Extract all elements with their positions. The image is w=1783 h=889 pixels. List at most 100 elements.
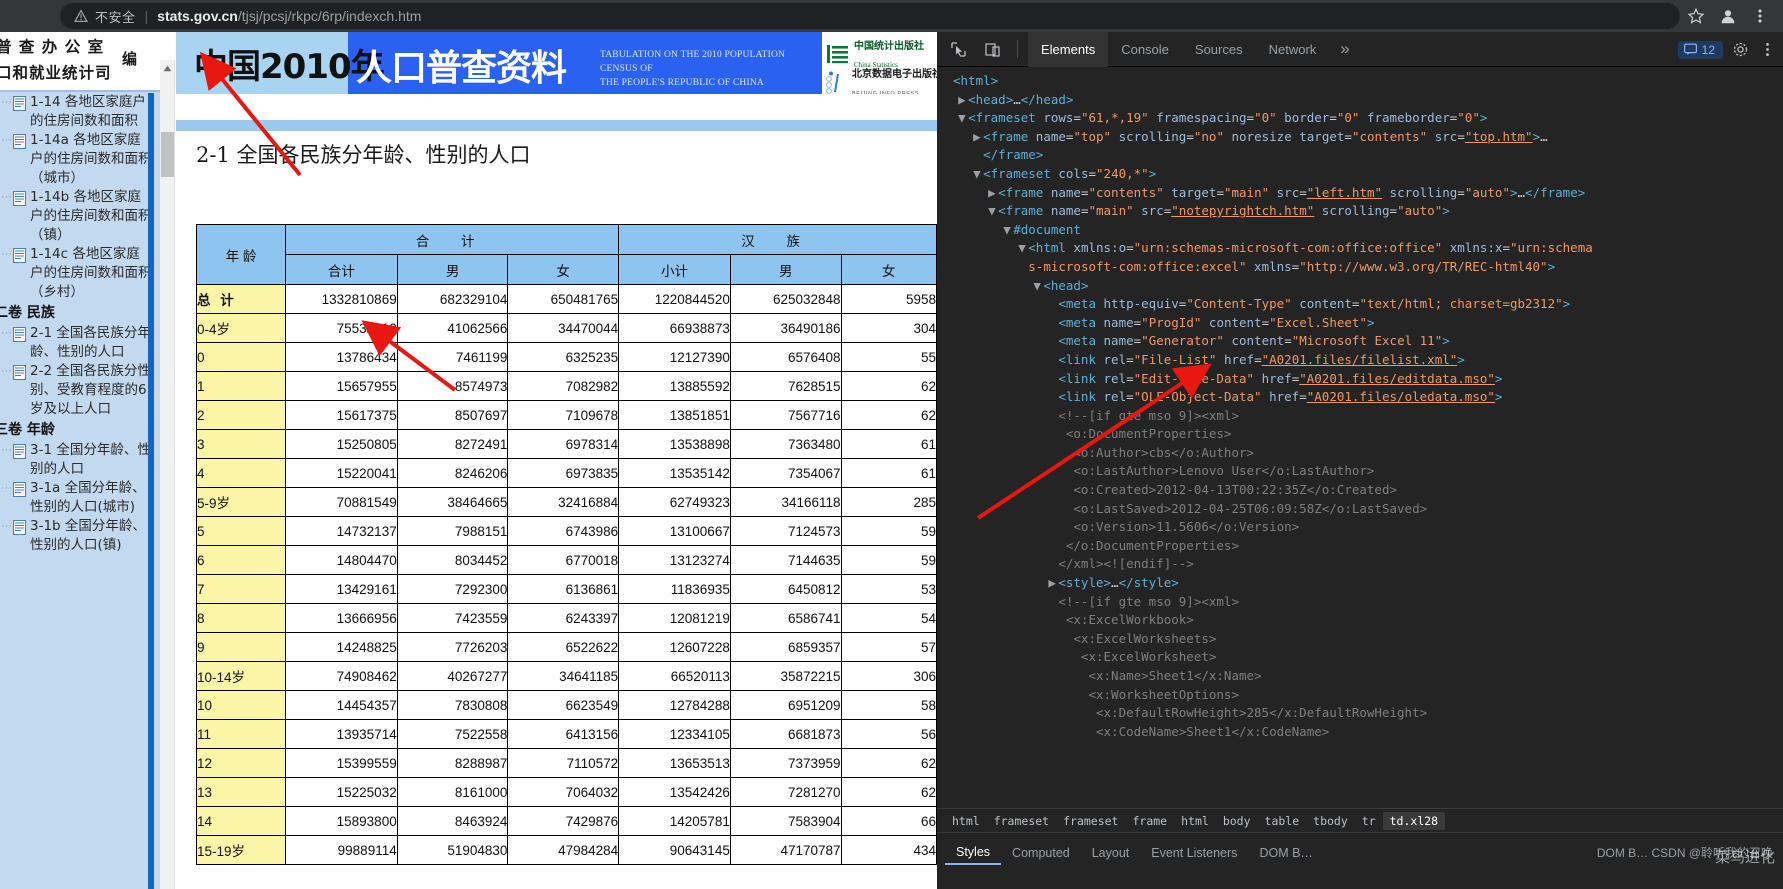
dom-twisty[interactable]: [1048, 388, 1058, 407]
tree-item-9[interactable]: ··· 3-1a 全国分年龄、性别的人口(城市): [0, 479, 154, 517]
tree-item-8[interactable]: ··· 3-1 全国分年龄、性别的人口: [0, 441, 154, 479]
dom-line-4[interactable]: </frame>: [943, 146, 1783, 165]
dom-line-19[interactable]: <o:DocumentProperties>: [943, 425, 1783, 444]
dom-line-32[interactable]: <x:Name>Sheet1</x:Name>: [943, 667, 1783, 686]
dom-twisty[interactable]: ▼: [958, 109, 968, 128]
table-row[interactable]: 15-19岁 99889114 51904830 47984284 90643145 47…: [195, 835, 937, 865]
dom-line-0[interactable]: <html>: [943, 72, 1783, 91]
bookmark-star-icon[interactable]: [1687, 7, 1705, 25]
dom-line-30[interactable]: <x:ExcelWorksheets>: [943, 630, 1783, 649]
dom-line-16[interactable]: <link rel="Edit-Time-Data" href="A0201.f…: [943, 370, 1783, 389]
table-row[interactable]: 总 计 1332810869 682329104 650481765 122084452…: [195, 284, 937, 314]
table-row[interactable]: 7 13429161 7292300 6136861 11836935 6450812 53: [195, 574, 937, 604]
breadcrumb-item-6[interactable]: table: [1258, 812, 1307, 830]
breadcrumb-item-3[interactable]: frame: [1125, 812, 1174, 830]
dom-line-35[interactable]: <x:CodeName>Sheet1</x:CodeName>: [943, 723, 1783, 742]
table-row[interactable]: 10-14岁 74908462 40267277 34641185 66520113 35…: [195, 661, 937, 691]
breadcrumb-item-5[interactable]: body: [1216, 812, 1258, 830]
breadcrumb-item-1[interactable]: frameset: [987, 812, 1056, 830]
breadcrumb-item-4[interactable]: html: [1174, 812, 1216, 830]
pane-tab-4[interactable]: DOM B…: [1248, 842, 1323, 864]
table-row[interactable]: 5 14732137 7988151 6743986 13100667 7124573 59: [195, 516, 937, 546]
tree-item-6[interactable]: ··· 2-2 全国各民族分性别、受教育程度的6岁及以上人口: [0, 362, 154, 419]
pane-tab-0[interactable]: Styles: [945, 841, 1002, 865]
dom-line-20[interactable]: <o:Author>cbs</o:Author>: [943, 444, 1783, 463]
dom-line-23[interactable]: <o:LastSaved>2012-04-25T06:09:58Z</o:Las…: [943, 500, 1783, 519]
dom-twisty[interactable]: ▼: [1033, 277, 1043, 296]
breadcrumb-item-9[interactable]: td.xl28: [1382, 811, 1446, 830]
pane-tab-3[interactable]: Event Listeners: [1140, 842, 1248, 864]
dom-twisty[interactable]: [1048, 593, 1058, 612]
dom-twisty[interactable]: [1048, 462, 1058, 481]
dom-line-12[interactable]: <meta http-equiv="Content-Type" content=…: [943, 295, 1783, 314]
contents-tree[interactable]: ··· 1-14 各地区家庭户的住房间数和面积 ··· 1-14a 各地区家庭户的住房…: [0, 93, 154, 889]
table-row[interactable]: 5-9岁 70881549 38464665 32416884 62749323 3416…: [195, 487, 937, 517]
table-row[interactable]: 14 15893800 8463924 7429876 14205781 7583904 6…: [195, 806, 937, 836]
pane-tab-2[interactable]: Layout: [1081, 842, 1141, 864]
table-row[interactable]: 4 15220041 8246206 6973835 13535142 7354067 61: [195, 458, 937, 488]
dom-twisty[interactable]: [943, 72, 953, 91]
dom-line-14[interactable]: <meta name="Generator" content="Microsof…: [943, 332, 1783, 351]
dom-line-22[interactable]: <o:Created>2012-04-13T00:22:35Z</o:Creat…: [943, 481, 1783, 500]
table-row[interactable]: 8 13666956 7423559 6243397 12081219 6586741 54: [195, 603, 937, 633]
address-bar[interactable]: 不安全 | stats.gov.cn/tjsj/pcsj/rkpc/6rp/in…: [60, 3, 1680, 29]
dom-twisty[interactable]: [1048, 370, 1058, 389]
breadcrumb[interactable]: html frameset frameset frame html body table tb…: [937, 808, 1783, 832]
tree-item-0[interactable]: ··· 1-14 各地区家庭户的住房间数和面积: [0, 93, 154, 131]
table-row[interactable]: 0-4岁 75532610 41062566 34470044 66938873 3649…: [195, 313, 937, 343]
dom-line-29[interactable]: <x:ExcelWorkbook>: [943, 611, 1783, 630]
dom-twisty[interactable]: [1048, 425, 1058, 444]
more-tabs-icon[interactable]: »: [1329, 39, 1360, 59]
table-row[interactable]: 12 15399559 8288987 7110572 13653513 7373959 6…: [195, 748, 937, 778]
dom-twisty[interactable]: ▶: [973, 128, 983, 147]
dom-tree[interactable]: <html> ▶ <head>…</head> ▼ <frameset rows="…: [937, 67, 1783, 755]
not-secure-warning-icon[interactable]: [74, 9, 88, 23]
dom-twisty[interactable]: [1018, 258, 1028, 277]
dom-twisty[interactable]: ▶: [958, 91, 968, 110]
breadcrumb-item-8[interactable]: tr: [1355, 812, 1383, 830]
devtools-more-vertical-icon[interactable]: [1759, 41, 1777, 59]
dom-line-24[interactable]: <o:Version>11.5606</o:Version>: [943, 518, 1783, 537]
dom-twisty[interactable]: [973, 146, 983, 165]
tree-item-3[interactable]: ··· 1-14c 各地区家庭户的住房间数和面积（乡村）: [0, 245, 154, 302]
dom-twisty[interactable]: [1048, 407, 1058, 426]
tab-elements[interactable]: Elements: [1028, 32, 1109, 67]
dom-twisty[interactable]: [1048, 611, 1058, 630]
dom-twisty[interactable]: ▶: [1048, 574, 1058, 593]
dom-twisty[interactable]: ▼: [973, 165, 983, 184]
dom-twisty[interactable]: [1048, 481, 1058, 500]
dom-twisty[interactable]: [1048, 537, 1058, 556]
profile-avatar-icon[interactable]: [1719, 7, 1737, 25]
dom-line-6[interactable]: ▶ <frame name="contents" target="main" sr…: [943, 184, 1783, 203]
scrollbar-thumb[interactable]: [161, 132, 174, 177]
dom-twisty[interactable]: ▶: [988, 184, 998, 203]
tree-item-1[interactable]: ··· 1-14a 各地区家庭户的住房间数和面积（城市）: [0, 131, 154, 188]
dom-twisty[interactable]: [1048, 630, 1058, 649]
message-count-badge[interactable]: 12: [1677, 40, 1723, 59]
dom-line-1[interactable]: ▶ <head>…</head>: [943, 91, 1783, 110]
table-row[interactable]: 11 13935714 7522558 6413156 12334105 6681873 5…: [195, 719, 937, 749]
dom-twisty[interactable]: [1048, 295, 1058, 314]
dom-twisty[interactable]: ▼: [1018, 239, 1028, 258]
tree-item-10[interactable]: ··· 3-1b 全国分年龄、性别的人口(镇): [0, 517, 154, 555]
dom-line-28[interactable]: <!--[if gte mso 9]><xml>: [943, 593, 1783, 612]
table-row[interactable]: 1 15657955 8574973 7082982 13885592 7628515 62: [195, 371, 937, 401]
dom-line-34[interactable]: <x:DefaultRowHeight>285</x:DefaultRowHei…: [943, 704, 1783, 723]
dom-line-11[interactable]: ▼ <head>: [943, 277, 1783, 296]
dom-line-17[interactable]: <link rel="OLE-Object-Data" href="A0201.…: [943, 388, 1783, 407]
dom-line-7[interactable]: ▼ <frame name="main" src="notepyrightch.h…: [943, 202, 1783, 221]
dom-twisty[interactable]: [1048, 686, 1058, 705]
tree-item-5[interactable]: ··· 2-1 全国各民族分年龄、性别的人口: [0, 324, 154, 362]
scroll-up-arrow-icon[interactable]: [160, 60, 175, 76]
dom-twisty[interactable]: [1048, 444, 1058, 463]
dom-twisty[interactable]: [1048, 555, 1058, 574]
pane-tab-1[interactable]: Computed: [1001, 842, 1081, 864]
dom-line-25[interactable]: </o:DocumentProperties>: [943, 537, 1783, 556]
dom-line-15[interactable]: <link rel="File-List" href="A0201.files/…: [943, 351, 1783, 370]
dom-line-27[interactable]: ▶ <style>…</style>: [943, 574, 1783, 593]
dom-twisty[interactable]: [1048, 332, 1058, 351]
dom-line-10[interactable]: s-microsoft-com:office:excel" xmlns="htt…: [943, 258, 1783, 277]
breadcrumb-item-7[interactable]: tbody: [1306, 812, 1355, 830]
dom-line-21[interactable]: <o:LastAuthor>Lenovo User</o:LastAuthor>: [943, 462, 1783, 481]
table-row[interactable]: 0 13786434 7461199 6325235 12127390 6576408 55: [195, 342, 937, 372]
